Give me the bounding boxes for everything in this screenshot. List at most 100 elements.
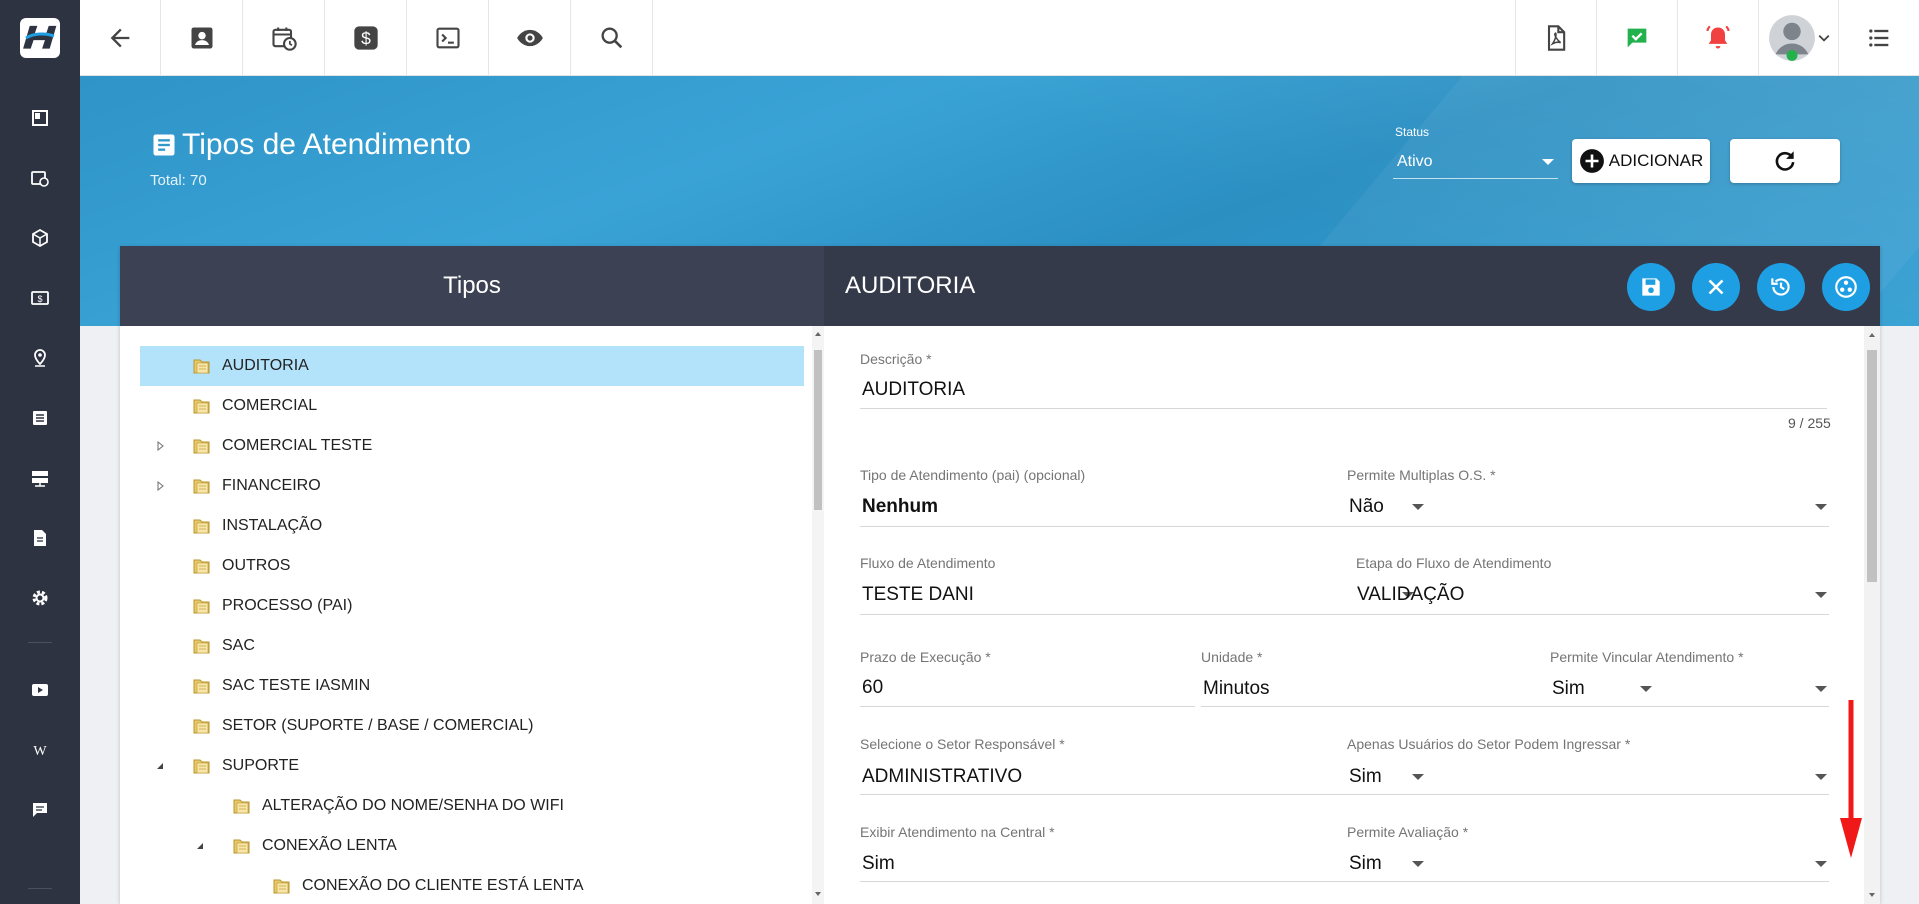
sidebar-item-orders[interactable] <box>0 398 80 438</box>
terminal-button[interactable] <box>408 0 489 76</box>
sidebar-item-network[interactable] <box>0 458 80 498</box>
descricao-input[interactable]: AUDITORIA <box>862 379 965 401</box>
user-menu[interactable] <box>1758 0 1838 76</box>
tasks-button[interactable] <box>1596 0 1677 76</box>
tree-scrollbar[interactable] <box>812 326 824 904</box>
finance-button[interactable]: $ <box>326 0 407 76</box>
gear-icon <box>32 590 48 606</box>
tree-item[interactable]: COMERCIAL <box>140 386 804 426</box>
sidebar-item-settings[interactable] <box>0 578 80 618</box>
user-avatar <box>1768 15 1815 61</box>
refresh-button[interactable] <box>1730 139 1840 183</box>
multiplas-os-select[interactable]: Não <box>1349 496 1384 518</box>
dollar-icon: $ <box>354 26 378 50</box>
form-scrollbar[interactable] <box>1864 326 1880 904</box>
folder-icon <box>192 636 212 656</box>
sidebar-item-documents[interactable] <box>0 518 80 558</box>
sidebar-item-finance[interactable]: $ <box>0 278 80 318</box>
server-icon <box>32 471 48 487</box>
unidade-select[interactable]: Minutos <box>1203 678 1270 700</box>
tree-item[interactable]: SAC <box>140 626 804 666</box>
sidebar-item-location[interactable] <box>0 338 80 378</box>
tree-item-label: AUDITORIA <box>222 357 309 374</box>
tipo-pai-select[interactable]: Nenhum <box>862 496 938 518</box>
folder-icon <box>192 356 212 376</box>
exibir-central-select[interactable]: Sim <box>862 853 895 875</box>
cancel-button[interactable] <box>1692 263 1740 311</box>
save-button[interactable] <box>1627 263 1675 311</box>
tree-item[interactable]: CONEXÃO LENTA <box>140 826 804 866</box>
sidebar-item-videos[interactable] <box>0 670 80 710</box>
form-scroll-thumb[interactable] <box>1867 350 1877 582</box>
logo-cell[interactable] <box>0 0 80 76</box>
vincular-label: Permite Vincular Atendimento * <box>1550 649 1744 665</box>
tree-item[interactable]: ALTERAÇÃO DO NOME/SENHA DO WIFI <box>140 786 804 826</box>
contacts-button[interactable] <box>162 0 243 76</box>
dropdown-arrow-icon <box>1815 861 1827 867</box>
multiplas-os-label: Permite Multiplas O.S. * <box>1347 467 1496 483</box>
alarms-button[interactable] <box>1677 0 1758 76</box>
tree-item[interactable]: PROCESSO (PAI) <box>140 586 804 626</box>
tree-item[interactable]: COMERCIAL TESTE <box>140 426 804 466</box>
add-circle-icon <box>1579 149 1604 173</box>
apenas-setor-select[interactable]: Sim <box>1349 766 1382 788</box>
tree-item[interactable]: INSTALAÇÃO <box>140 506 804 546</box>
calendar-clock-icon <box>31 171 49 187</box>
tree-item[interactable]: FINANCEIRO <box>140 466 804 506</box>
workflow-button[interactable] <box>1822 263 1870 311</box>
folder-icon <box>192 396 212 416</box>
tree-panel-title: Tipos <box>120 246 824 326</box>
tree-item[interactable]: OUTROS <box>140 546 804 586</box>
close-icon <box>1708 279 1724 295</box>
app-logo[interactable] <box>20 18 60 58</box>
folder-icon <box>192 516 212 536</box>
play-icon <box>32 684 48 696</box>
workflow-icon <box>1835 276 1857 298</box>
tree-item[interactable]: SAC TESTE IASMIN <box>140 666 804 706</box>
folder-icon <box>192 436 212 456</box>
tipo-pai-label: Tipo de Atendimento (pai) (opcional) <box>860 467 1086 483</box>
descricao-counter: 9 / 255 <box>1788 415 1831 431</box>
box-icon <box>32 228 48 248</box>
check-icon <box>1627 28 1647 48</box>
status-select[interactable]: Ativo <box>1393 145 1558 179</box>
avaliacao-select[interactable]: Sim <box>1349 853 1382 875</box>
menu-button[interactable] <box>1838 0 1919 76</box>
document-icon <box>153 134 175 156</box>
tree-item[interactable]: AUDITORIA <box>140 346 804 386</box>
expanded-arrow-icon[interactable] <box>153 759 167 773</box>
sidebar-item-schedule[interactable] <box>0 158 80 198</box>
sidebar-item-wiki[interactable]: W <box>0 730 80 770</box>
status-value: Ativo <box>1397 152 1433 170</box>
view-button[interactable] <box>490 0 571 76</box>
tree-item[interactable]: SETOR (SUPORTE / BASE / COMERCIAL) <box>140 706 804 746</box>
back-button[interactable] <box>80 0 161 76</box>
scroll-up-icon <box>815 332 821 336</box>
dropdown-arrow-icon <box>1640 686 1652 692</box>
chat-icon <box>33 803 47 817</box>
dropdown-arrow-icon <box>1542 158 1554 165</box>
sidebar-item-dashboard[interactable] <box>0 98 80 138</box>
setor-select[interactable]: ADMINISTRATIVO <box>862 766 1022 788</box>
tree-scroll-thumb[interactable] <box>814 350 822 510</box>
tree-item[interactable]: CONEXÃO DO CLIENTE ESTÁ LENTA <box>140 866 804 904</box>
prazo-input[interactable]: 60 <box>862 677 883 699</box>
descricao-label: Descrição * <box>860 351 932 367</box>
tree-item[interactable]: SUPORTE <box>140 746 804 786</box>
history-button[interactable] <box>1757 263 1805 311</box>
search-button[interactable] <box>572 0 653 76</box>
collapsed-arrow-icon[interactable] <box>153 479 167 493</box>
pdf-button[interactable] <box>1515 0 1596 76</box>
schedule-button[interactable] <box>244 0 325 76</box>
wikipedia-icon: W <box>33 744 47 759</box>
tree-item-label: INSTALAÇÃO <box>222 517 323 534</box>
list-menu-icon <box>1869 29 1889 47</box>
expanded-arrow-icon[interactable] <box>193 839 207 853</box>
vincular-select[interactable]: Sim <box>1552 678 1585 700</box>
sidebar-item-products[interactable] <box>0 218 80 258</box>
add-button[interactable]: ADICIONAR <box>1572 139 1710 183</box>
etapa-select[interactable]: VALIDAÇÃO <box>1357 584 1464 606</box>
sidebar-item-chat[interactable] <box>0 790 80 830</box>
collapsed-arrow-icon[interactable] <box>153 439 167 453</box>
fluxo-select[interactable]: TESTE DANI <box>862 584 974 606</box>
